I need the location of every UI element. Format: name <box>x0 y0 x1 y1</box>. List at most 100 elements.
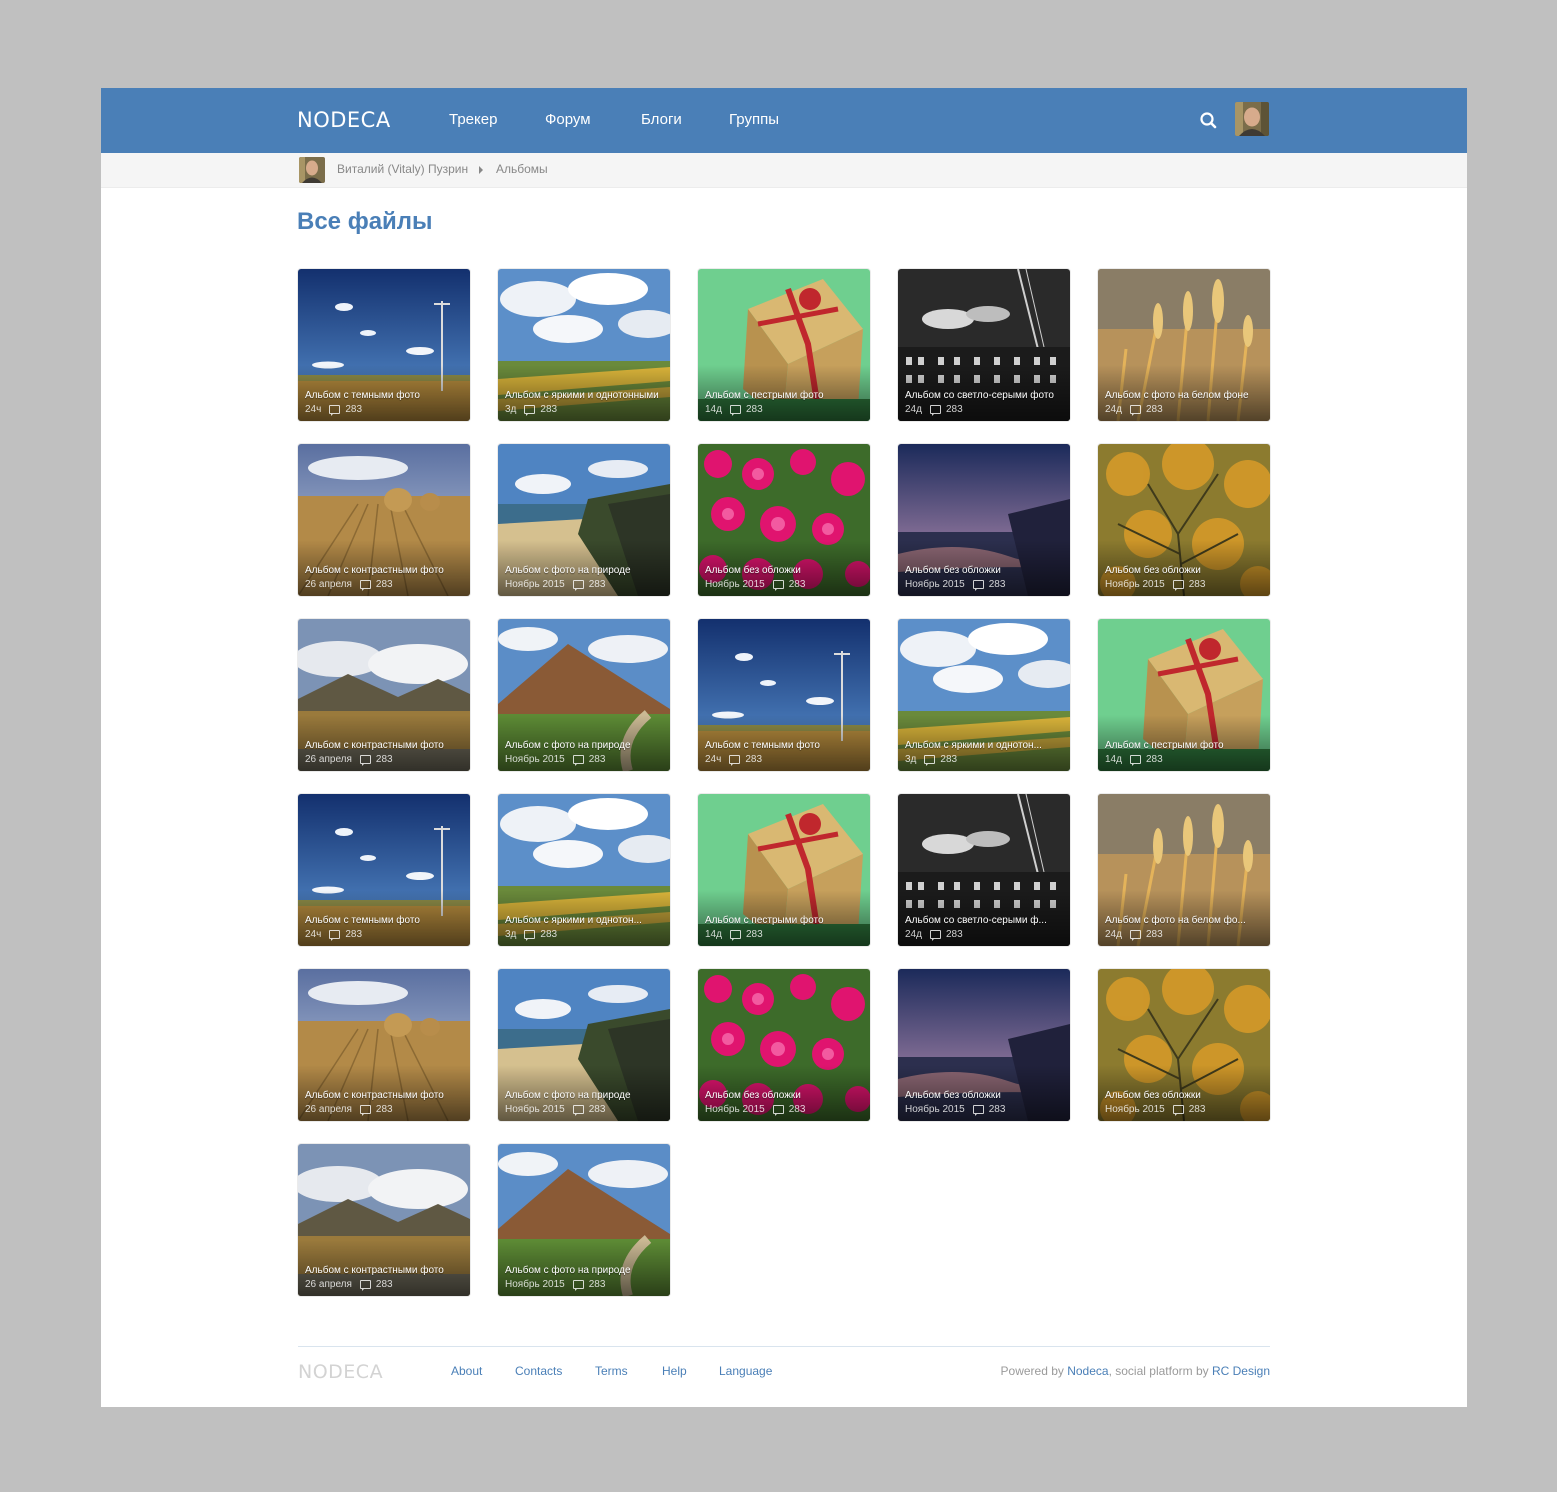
album-title: Альбом с пестрыми фото <box>705 915 824 926</box>
album-title: Альбом с контрастными фото <box>305 1265 444 1276</box>
footer-logo[interactable]: NODECA <box>298 1361 383 1383</box>
comment-icon <box>524 405 536 416</box>
album-comments-count: 283 <box>1145 754 1163 765</box>
comment-icon <box>572 580 584 591</box>
album-title: Альбом без обложки <box>905 1090 1001 1101</box>
album-date: 24д <box>1105 929 1122 940</box>
album-card[interactable]: Альбом с темными фото 24ч 283 <box>298 269 470 421</box>
album-card[interactable]: Альбом с контрастными фото 26 апреля 283 <box>298 619 470 771</box>
footer-link-terms[interactable]: Terms <box>595 1364 628 1378</box>
footer-link-contacts[interactable]: Contacts <box>515 1364 562 1378</box>
album-date: 3д <box>905 754 917 765</box>
album-meta: Ноябрь 2015 283 <box>1105 1104 1206 1116</box>
user-avatar[interactable] <box>1235 102 1269 136</box>
album-date: 14д <box>1105 754 1122 765</box>
comment-icon <box>729 930 741 941</box>
album-comments-count: 283 <box>540 929 558 940</box>
album-card[interactable]: Альбом со светло-серыми ф... 24д 283 <box>898 794 1070 946</box>
nav-link-blogs[interactable]: Блоги <box>641 111 682 128</box>
album-meta: 24д 283 <box>905 404 963 416</box>
nav-link-tracker[interactable]: Трекер <box>449 111 497 128</box>
album-title: Альбом без обложки <box>705 565 801 576</box>
album-date: 26 апреля <box>305 754 352 765</box>
logo[interactable]: NODECA <box>297 108 391 132</box>
footer-link-help[interactable]: Help <box>662 1364 687 1378</box>
album-card[interactable]: Альбом с фото на природе Ноябрь 2015 283 <box>498 969 670 1121</box>
album-date: 24ч <box>705 754 722 765</box>
footer-link-nodeca[interactable]: Nodeca <box>1067 1364 1108 1378</box>
album-date: Ноябрь 2015 <box>705 1104 765 1115</box>
album-date: 26 апреля <box>305 1279 352 1290</box>
album-comments-count: 283 <box>1188 579 1206 590</box>
album-comments-count: 283 <box>588 1279 606 1290</box>
album-meta: 3д 283 <box>905 754 957 766</box>
album-comments-count: 283 <box>945 404 963 415</box>
album-card[interactable]: Альбом с яркими и однотон... 3д 283 <box>898 619 1070 771</box>
album-date: Ноябрь 2015 <box>705 579 765 590</box>
album-date: 3д <box>505 404 517 415</box>
album-card[interactable]: Альбом с контрастными фото 26 апреля 283 <box>298 1144 470 1296</box>
breadcrumb-avatar[interactable] <box>299 157 325 183</box>
album-card[interactable]: Альбом с пестрыми фото 14д 283 <box>1098 619 1270 771</box>
footer-powered: Powered by Nodeca, social platform by RC… <box>1001 1364 1270 1378</box>
album-card[interactable]: Альбом с фото на природе Ноябрь 2015 283 <box>498 444 670 596</box>
comment-icon <box>524 930 536 941</box>
album-card[interactable]: Альбом с контрастными фото 26 апреля 283 <box>298 444 470 596</box>
album-date: 24д <box>1105 404 1122 415</box>
comment-icon <box>572 1105 584 1116</box>
comment-icon <box>1129 930 1141 941</box>
album-title: Альбом с фото на белом фо... <box>1105 915 1246 926</box>
comment-icon <box>1129 755 1141 766</box>
breadcrumb-current[interactable]: Альбомы <box>496 162 548 176</box>
album-date: Ноябрь 2015 <box>905 579 965 590</box>
album-date: Ноябрь 2015 <box>505 754 565 765</box>
album-card[interactable]: Альбом с яркими и однотонными 3д 283 <box>498 269 670 421</box>
album-card[interactable]: Альбом со светло-серыми фото 24д 283 <box>898 269 1070 421</box>
album-card[interactable]: Альбом с фото на белом фоне 24д 283 <box>1098 269 1270 421</box>
album-meta: 3д 283 <box>505 404 557 416</box>
album-comments-count: 283 <box>1188 1104 1206 1115</box>
album-card[interactable]: Альбом с фото на белом фо... 24д 283 <box>1098 794 1270 946</box>
album-title: Альбом с фото на природе <box>505 565 631 576</box>
album-card[interactable]: Альбом без обложки Ноябрь 2015 283 <box>898 444 1070 596</box>
album-card[interactable]: Альбом с пестрыми фото 14д 283 <box>698 794 870 946</box>
search-icon[interactable] <box>1198 110 1220 132</box>
footer-link-language[interactable]: Language <box>719 1364 772 1378</box>
album-card[interactable]: Альбом без обложки Ноябрь 2015 283 <box>698 969 870 1121</box>
nav-link-forum[interactable]: Форум <box>545 111 591 128</box>
album-card[interactable]: Альбом с темными фото 24ч 283 <box>698 619 870 771</box>
breadcrumb-user[interactable]: Виталий (Vitaly) Пузрин <box>337 162 468 176</box>
comment-icon <box>929 405 941 416</box>
album-card[interactable]: Альбом с фото на природе Ноябрь 2015 283 <box>498 1144 670 1296</box>
album-card[interactable]: Альбом с контрастными фото 26 апреля 283 <box>298 969 470 1121</box>
comment-icon <box>359 580 371 591</box>
breadcrumb: Виталий (Vitaly) Пузрин Альбомы <box>101 153 1467 188</box>
album-card[interactable]: Альбом без обложки Ноябрь 2015 283 <box>1098 444 1270 596</box>
album-meta: 24ч 283 <box>305 404 362 416</box>
album-title: Альбом с темными фото <box>305 915 420 926</box>
album-comments-count: 283 <box>788 1104 806 1115</box>
album-meta: 24ч 283 <box>305 929 362 941</box>
footer-link-rcdesign[interactable]: RC Design <box>1212 1364 1270 1378</box>
album-card[interactable]: Альбом с темными фото 24ч 283 <box>298 794 470 946</box>
powered-middle: , social platform by <box>1108 1364 1212 1378</box>
album-meta: Ноябрь 2015 283 <box>505 579 605 591</box>
album-grid: Альбом с темными фото 24ч 283 Альбом с ярк… <box>298 269 1270 1296</box>
album-comments-count: 283 <box>988 1104 1006 1115</box>
album-title: Альбом без обложки <box>1105 565 1201 576</box>
album-card[interactable]: Альбом без обложки Ноябрь 2015 283 <box>1098 969 1270 1121</box>
album-title: Альбом с фото на белом фоне <box>1105 390 1249 401</box>
album-card[interactable]: Альбом без обложки Ноябрь 2015 283 <box>898 969 1070 1121</box>
album-card[interactable]: Альбом с пестрыми фото 14д 283 <box>698 269 870 421</box>
album-date: 3д <box>505 929 517 940</box>
album-comments-count: 283 <box>788 579 806 590</box>
album-card[interactable]: Альбом с фото на природе Ноябрь 2015 283 <box>498 619 670 771</box>
album-card[interactable]: Альбом без обложки Ноябрь 2015 283 <box>698 444 870 596</box>
album-meta: Ноябрь 2015 283 <box>1105 579 1206 591</box>
album-meta: 24ч 283 <box>705 754 762 766</box>
nav-link-groups[interactable]: Группы <box>729 111 779 128</box>
footer-link-about[interactable]: About <box>451 1364 482 1378</box>
comment-icon <box>572 755 584 766</box>
album-card[interactable]: Альбом с яркими и однотон... 3д 283 <box>498 794 670 946</box>
comment-icon <box>772 580 784 591</box>
